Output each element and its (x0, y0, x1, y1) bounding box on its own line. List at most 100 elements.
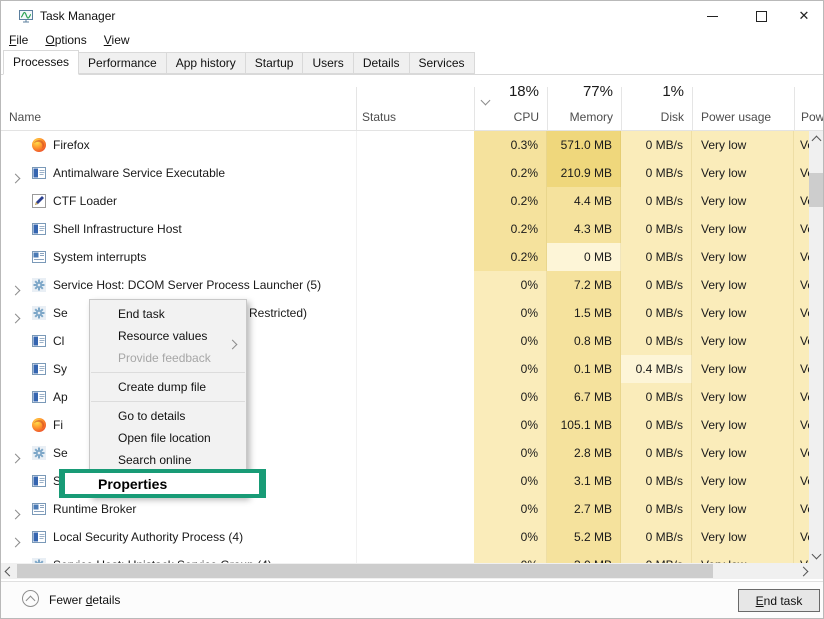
cpu-total-percent: 18% (467, 83, 539, 100)
cell-disk: 0 MB/s (621, 299, 692, 327)
expand-chevron-icon[interactable] (12, 169, 19, 187)
maximize-button[interactable] (738, 1, 784, 31)
tab-users[interactable]: Users (302, 52, 353, 74)
fewer-details-label[interactable]: Fewer details (49, 593, 120, 607)
menu-item-resource-values[interactable]: Resource values (90, 325, 246, 347)
cell-disk: 0 MB/s (621, 159, 692, 187)
scroll-down-icon[interactable] (809, 547, 823, 561)
cell-memory: 6.7 MB (547, 383, 621, 411)
cell-cpu: 0% (474, 551, 547, 563)
cell-cpu: 0.2% (474, 187, 547, 215)
horizontal-scrollbar-thumb[interactable] (17, 564, 713, 578)
vertical-scrollbar-thumb[interactable] (809, 173, 823, 207)
cell-memory: 2.8 MB (547, 439, 621, 467)
column-header-power-usage[interactable]: Power usage (701, 110, 771, 124)
menu-item-search-online[interactable]: Search online (90, 449, 246, 471)
firefox-icon (31, 417, 47, 433)
menu-file[interactable]: File (1, 31, 37, 47)
status-bar: Fewer details End task (1, 581, 823, 618)
disk-total-percent: 1% (615, 83, 684, 100)
menu-item-create-dump-file[interactable]: Create dump file (90, 376, 246, 398)
expand-chevron-icon[interactable] (12, 533, 19, 551)
column-header-status[interactable]: Status (362, 110, 396, 124)
process-row[interactable]: Service Host: Unistack Service Group (4)… (1, 551, 811, 563)
cell-cpu: 0% (474, 355, 547, 383)
column-header-name[interactable]: Name (9, 110, 41, 124)
process-row[interactable]: Service Host: DCOM Server Process Launch… (1, 271, 811, 299)
process-name: Sy (53, 362, 67, 376)
expand-chevron-icon[interactable] (12, 309, 19, 327)
cell-cpu: 0% (474, 523, 547, 551)
tab-bar: ProcessesPerformanceApp historyStartupUs… (1, 51, 823, 75)
chevron-up-icon (26, 596, 36, 606)
horizontal-scrollbar[interactable] (1, 563, 811, 579)
cell-memory: 210.9 MB (547, 159, 621, 187)
tab-app-history[interactable]: App history (166, 52, 246, 74)
scroll-right-icon[interactable] (796, 564, 810, 578)
minimize-button[interactable] (689, 1, 735, 31)
menu-separator (91, 372, 245, 373)
end-task-button[interactable]: End task (738, 589, 820, 612)
gear-icon (31, 305, 47, 321)
process-row[interactable]: Local Security Authority Process (4)0%5.… (1, 523, 811, 551)
menu-item-go-to-details[interactable]: Go to details (90, 405, 246, 427)
expand-chevron-icon[interactable] (12, 449, 19, 467)
process-row[interactable]: Antimalware Service Executable0.2%210.9 … (1, 159, 811, 187)
process-row[interactable]: CTF Loader0.2%4.4 MB0 MB/sVery lowVe (1, 187, 811, 215)
cell-cpu: 0% (474, 271, 547, 299)
column-header-power-trend[interactable]: Pow (801, 110, 823, 124)
process-row[interactable]: System interrupts0.2%0 MB0 MB/sVery lowV… (1, 243, 811, 271)
cell-memory: 5.2 MB (547, 523, 621, 551)
window-icon (31, 389, 47, 405)
scrollbar-corner (809, 563, 823, 579)
window-lines-icon (31, 249, 47, 265)
window-icon (31, 529, 47, 545)
tab-processes[interactable]: Processes (3, 50, 79, 75)
close-icon: ✕ (799, 8, 810, 24)
close-button[interactable]: ✕ (781, 1, 824, 31)
cell-memory: 0.8 MB (547, 327, 621, 355)
column-header-cpu[interactable]: CPU (467, 110, 539, 124)
tab-details[interactable]: Details (353, 52, 410, 74)
scroll-up-icon[interactable] (809, 133, 823, 147)
cell-power: Very low (692, 523, 794, 551)
cell-disk: 0 MB/s (621, 383, 692, 411)
menu-item-open-file-location[interactable]: Open file location (90, 427, 246, 449)
menu-item-end-task[interactable]: End task (90, 303, 246, 325)
vertical-scrollbar[interactable] (809, 131, 823, 563)
scroll-left-icon[interactable] (2, 564, 16, 578)
process-row[interactable]: Firefox0.3%571.0 MB0 MB/sVery lowVe (1, 131, 811, 159)
process-name: Service Host: DCOM Server Process Launch… (53, 278, 321, 292)
tab-startup[interactable]: Startup (245, 52, 304, 74)
column-header-disk[interactable]: Disk (615, 110, 684, 124)
cell-power: Very low (692, 383, 794, 411)
process-name: System interrupts (53, 250, 146, 264)
expand-chevron-icon[interactable] (12, 505, 19, 523)
column-header-memory[interactable]: Memory (541, 110, 613, 124)
tab-performance[interactable]: Performance (78, 52, 167, 74)
gear-icon (31, 277, 47, 293)
cell-disk: 0 MB/s (621, 327, 692, 355)
expand-chevron-icon[interactable] (12, 281, 19, 299)
title-bar: Task Manager ✕ (1, 1, 823, 31)
process-name: Firefox (53, 138, 90, 152)
menu-item-properties[interactable]: Properties (65, 473, 259, 494)
process-name: Fi (53, 418, 63, 432)
tab-services[interactable]: Services (409, 52, 475, 74)
process-row[interactable]: Runtime Broker0%2.7 MB0 MB/sVery lowVe (1, 495, 811, 523)
cell-power: Very low (692, 327, 794, 355)
details-toggle-button[interactable] (22, 590, 39, 607)
process-row[interactable]: Shell Infrastructure Host0.2%4.3 MB0 MB/… (1, 215, 811, 243)
cell-disk: 0 MB/s (621, 187, 692, 215)
menu-view[interactable]: View (96, 31, 139, 47)
pen-icon (31, 193, 47, 209)
cell-disk: 0 MB/s (621, 271, 692, 299)
cell-cpu: 0% (474, 299, 547, 327)
menu-options[interactable]: Options (37, 31, 95, 47)
column-divider (794, 87, 795, 130)
cell-memory: 571.0 MB (547, 131, 621, 159)
cell-cpu: 0% (474, 411, 547, 439)
cell-power: Very low (692, 159, 794, 187)
cell-power: Very low (692, 495, 794, 523)
list-column-divider (356, 131, 357, 563)
